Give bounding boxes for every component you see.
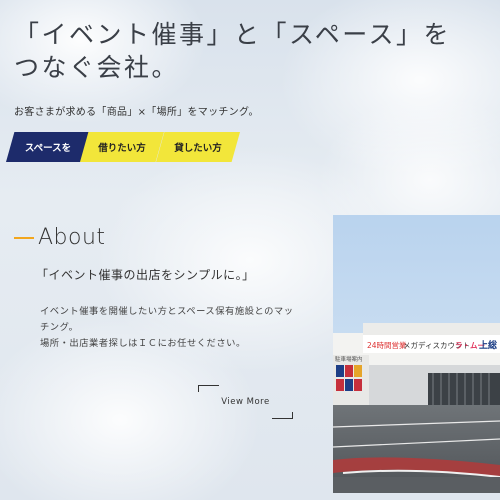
hero-title-line2: つなぐ会社。 (14, 53, 180, 82)
view-more-button[interactable]: View More (198, 385, 293, 419)
sign-small: 24時間営業 (367, 340, 407, 350)
tab-borrow[interactable]: 借りたい方 (80, 132, 164, 162)
corner-bracket (198, 385, 219, 392)
corner-bracket (272, 412, 293, 419)
about-body-line: 場所・出店業者探しはＩＣにお任せください。 (40, 338, 246, 349)
sign-text3: 上総 (479, 339, 497, 351)
hero-title: 「イベント催事」と「スペース」を つなぐ会社。 (14, 18, 451, 84)
side-text: 駐車場案内 (335, 355, 363, 363)
store-photo-image: 24時間営業 メガディスカウント ラ・ムー 上総 駐車場案内 (333, 215, 500, 493)
view-more-label: View More (221, 397, 270, 407)
tab-lend[interactable]: 貸したい方 (156, 132, 240, 162)
about-catchphrase: 「イベント催事の出店をシンプルに。」 (36, 268, 255, 282)
store-photo: 24時間営業 メガディスカウント ラ・ムー 上総 駐車場案内 (333, 215, 500, 493)
about-accent-line (14, 236, 34, 239)
about-body-line: イベント催事を開催したい方とスペース保有施設とのマッ (40, 306, 294, 317)
hero-title-line1: 「イベント催事」と「スペース」を (14, 20, 452, 49)
service-tabs: スペースを 借りたい方 貸したい方 (6, 132, 246, 162)
about-title: About (38, 225, 106, 250)
about-body: イベント催事を開催したい方とスペース保有施設とのマッ チング。 場所・出店業者探… (40, 304, 310, 352)
hero-subtitle: お客さまが求める「商品」×「場所」をマッチング。 (14, 107, 259, 118)
about-body-line: チング。 (40, 322, 79, 333)
about-heading: About (14, 225, 106, 250)
tab-space[interactable]: スペースを (6, 132, 90, 162)
